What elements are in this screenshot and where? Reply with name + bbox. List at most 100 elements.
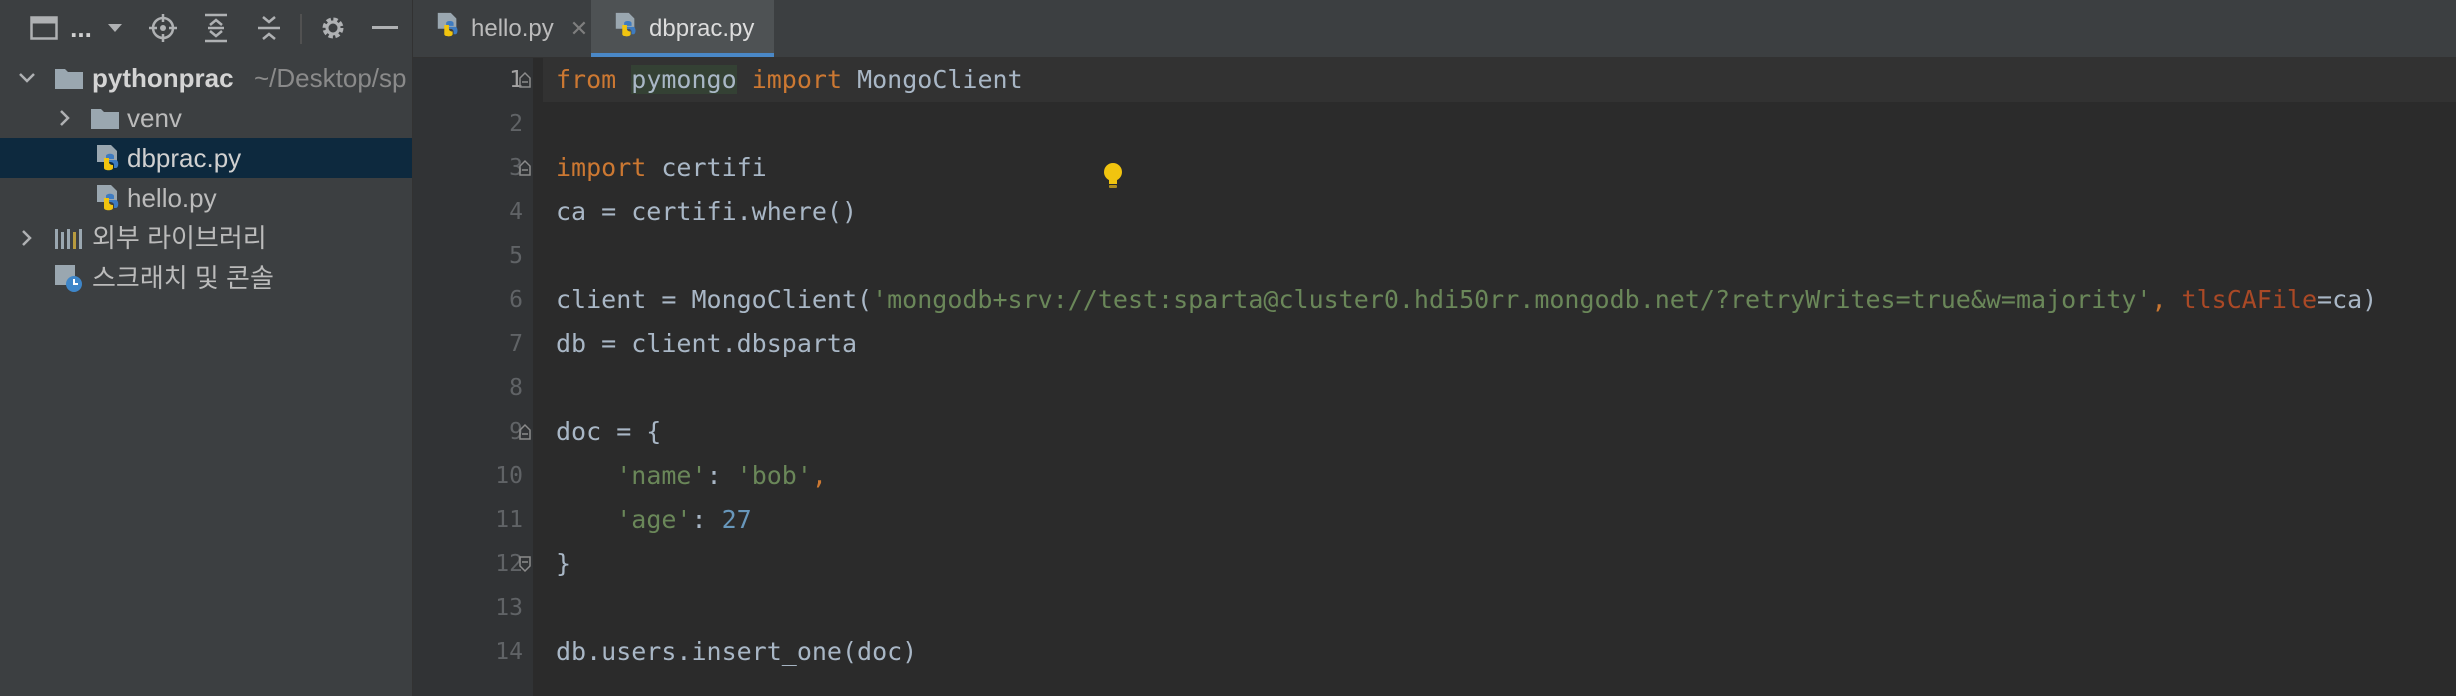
folder-icon xyxy=(54,66,84,97)
fold-marker-icon[interactable] xyxy=(518,71,532,89)
python-file-icon xyxy=(613,12,639,45)
code-text: client = MongoClient( xyxy=(556,285,873,314)
string-literal: 'mongodb+srv://test:sparta@cluster0.hdi5… xyxy=(872,285,2152,314)
code-line-5[interactable] xyxy=(543,234,2456,278)
project-toolbar: ... xyxy=(0,0,412,56)
scratches-icon xyxy=(54,264,84,301)
tree-item-venv[interactable]: venv xyxy=(0,98,412,138)
line-number: 12 xyxy=(495,551,523,577)
tree-item-external-libraries[interactable]: 외부 라이브러리 xyxy=(0,218,412,258)
tree-item-hello[interactable]: hello.py xyxy=(0,178,412,218)
code-text: MongoClient xyxy=(857,65,1023,94)
tab-label: hello.py xyxy=(471,14,554,42)
code-text: db = client.dbsparta xyxy=(556,329,858,358)
expand-all-icon[interactable] xyxy=(199,12,233,44)
line-number: 11 xyxy=(495,507,523,533)
line-number: 3 xyxy=(509,155,523,181)
string-literal: 'bob' xyxy=(736,461,812,490)
code-line-13[interactable] xyxy=(543,586,2456,630)
string-literal: 'age' xyxy=(616,505,692,534)
tree-item-label: hello.py xyxy=(127,183,217,213)
tree-item-dbprac[interactable]: dbprac.py xyxy=(0,138,412,178)
number-literal: 27 xyxy=(721,505,752,534)
code-line-2[interactable] xyxy=(543,102,2456,146)
tree-item-label: 외부 라이브러리 xyxy=(92,223,267,253)
line-number: 7 xyxy=(509,331,523,357)
code-line-1[interactable]: from pymongo import MongoClient xyxy=(543,58,2456,102)
line-number: 4 xyxy=(509,199,523,225)
tab-hello-py[interactable]: hello.py ✕ xyxy=(413,0,591,57)
code-editor[interactable]: from pymongo import MongoClient import c… xyxy=(543,58,2456,696)
line-number: 1 xyxy=(509,67,523,93)
folder-icon xyxy=(90,106,120,137)
collapse-all-icon[interactable] xyxy=(252,12,286,44)
chevron-right-icon[interactable] xyxy=(54,107,76,129)
keyword: import xyxy=(751,65,843,94)
code-text: } xyxy=(556,549,572,578)
chevron-down-icon[interactable] xyxy=(104,12,126,44)
editor-tabs: hello.py ✕ dbprac.py xyxy=(413,0,2456,58)
python-file-icon xyxy=(94,144,122,179)
project-path: ~/Desktop/sp xyxy=(254,63,407,93)
project-tree: pythonprac ~/Desktop/sp venv dbprac.py h… xyxy=(0,58,412,298)
python-file-icon xyxy=(435,12,461,45)
parameter-name: tlsCAFile xyxy=(2181,285,2318,314)
line-number: 6 xyxy=(509,287,523,313)
fold-marker-icon[interactable] xyxy=(518,423,532,441)
tree-item-label: 스크래치 및 콘솔 xyxy=(92,263,274,293)
line-number: 14 xyxy=(495,639,523,665)
line-number: 2 xyxy=(509,111,523,137)
tree-item-pythonprac[interactable]: pythonprac ~/Desktop/sp xyxy=(0,58,412,98)
chevron-down-icon[interactable] xyxy=(16,67,38,89)
line-number: 8 xyxy=(509,375,523,401)
panel-icon[interactable] xyxy=(28,12,60,44)
keyword: from xyxy=(556,65,617,94)
fold-marker-icon[interactable] xyxy=(518,159,532,177)
view-mode-label[interactable]: ... xyxy=(66,12,96,44)
locate-icon[interactable] xyxy=(146,12,180,44)
code-text: : xyxy=(691,505,722,534)
code-line-4[interactable]: ca = certifi.where() xyxy=(543,190,2456,234)
line-number: 10 xyxy=(495,463,523,489)
code-line-3[interactable]: import certifi xyxy=(543,146,2456,190)
keyword: import xyxy=(556,153,647,182)
tab-dbprac-py[interactable]: dbprac.py xyxy=(591,0,774,57)
code-text: ca = certifi.where() xyxy=(556,197,858,226)
ide-window: ... pythonprac ~/Desktop/sp venv dbprac.… xyxy=(0,0,2456,696)
module-name: pymongo xyxy=(631,65,737,94)
project-name: pythonprac xyxy=(92,63,234,93)
code-line-10[interactable]: 'name': 'bob', xyxy=(543,454,2456,498)
tab-label: dbprac.py xyxy=(649,14,755,42)
minimize-icon[interactable] xyxy=(368,12,402,44)
code-text: certifi xyxy=(661,153,767,182)
code-text: =ca) xyxy=(2317,285,2378,314)
close-icon[interactable]: ✕ xyxy=(570,16,588,42)
code-line-8[interactable] xyxy=(543,366,2456,410)
punctuation: , xyxy=(2151,285,2182,314)
lightbulb-icon[interactable] xyxy=(1101,161,1125,196)
code-line-9[interactable]: doc = { xyxy=(543,410,2456,454)
line-number: 9 xyxy=(509,419,523,445)
line-number: 5 xyxy=(509,243,523,269)
tree-item-label: dbprac.py xyxy=(127,143,242,173)
gear-icon[interactable] xyxy=(316,12,350,44)
line-number: 13 xyxy=(495,595,523,621)
chevron-right-icon[interactable] xyxy=(16,227,38,249)
code-line-12[interactable]: } xyxy=(543,542,2456,586)
python-file-icon xyxy=(94,184,122,219)
toolbar-divider xyxy=(300,14,302,44)
library-icon xyxy=(54,226,84,257)
code-line-6[interactable]: client = MongoClient('mongodb+srv://test… xyxy=(543,278,2456,322)
editor-area: hello.py ✕ dbprac.py 1 2 3 4 5 6 7 8 9 1… xyxy=(413,0,2456,696)
tree-item-scratches[interactable]: 스크래치 및 콘솔 xyxy=(0,258,412,298)
code-line-7[interactable]: db = client.dbsparta xyxy=(543,322,2456,366)
code-line-14[interactable]: db.users.insert_one(doc) xyxy=(543,630,2456,674)
fold-end-marker-icon[interactable] xyxy=(518,555,532,573)
string-literal: 'name' xyxy=(616,461,707,490)
code-text: : xyxy=(706,461,737,490)
code-text: db.users.insert_one(doc) xyxy=(556,637,918,666)
project-panel: ... pythonprac ~/Desktop/sp venv dbprac.… xyxy=(0,0,413,696)
code-line-11[interactable]: 'age': 27 xyxy=(543,498,2456,542)
code-text: doc = { xyxy=(556,417,662,446)
tree-item-label: venv xyxy=(127,103,182,133)
